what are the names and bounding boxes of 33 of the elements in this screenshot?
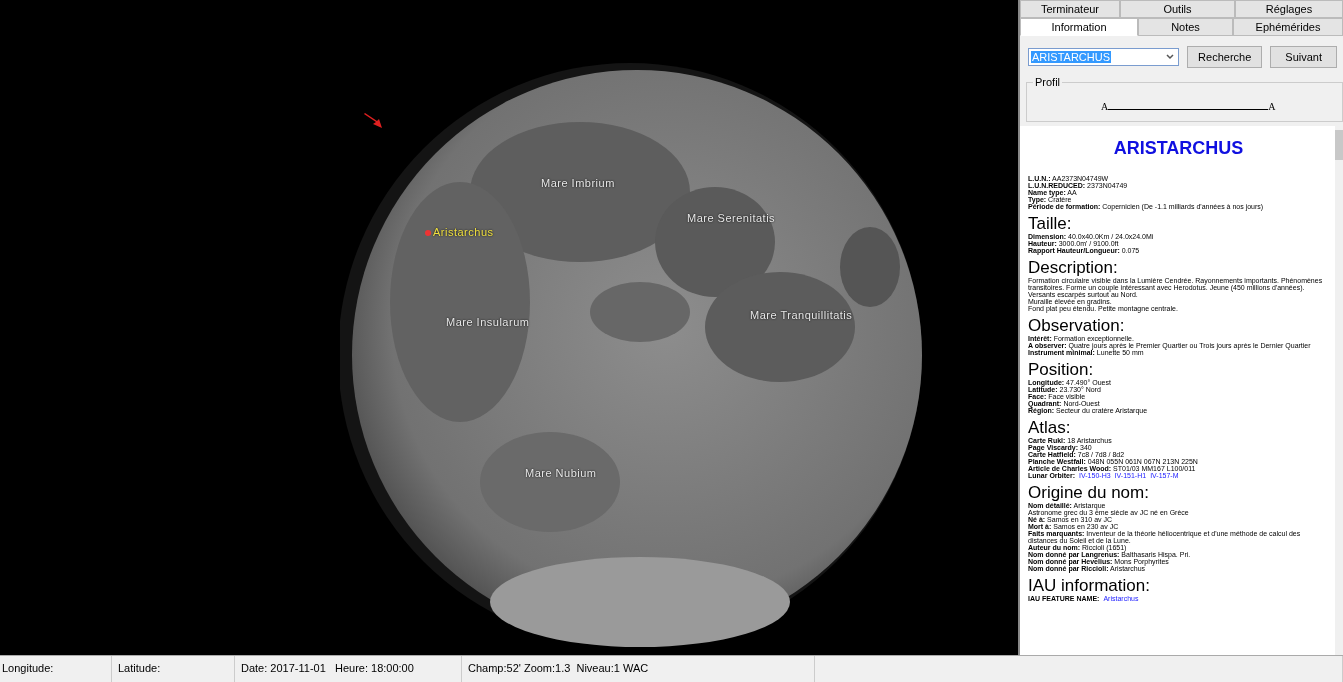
tab[interactable]: Outils xyxy=(1120,0,1235,18)
section-heading: Description: xyxy=(1028,258,1119,277)
section-heading: Taille: xyxy=(1028,214,1073,233)
section-heading: Origine du nom: xyxy=(1028,483,1150,502)
info-title: ARISTARCHUS xyxy=(1112,138,1245,159)
map-label: Mare Imbrium xyxy=(541,177,615,189)
crater-marker xyxy=(425,230,431,236)
section-heading: Atlas: xyxy=(1028,418,1072,437)
section-heading: IAU information: xyxy=(1028,576,1151,595)
section-heading: Observation: xyxy=(1028,316,1126,335)
section-heading: Position: xyxy=(1028,360,1095,379)
map-label: Mare Tranquillitatis xyxy=(750,309,853,321)
action-button[interactable]: Suivant xyxy=(1270,46,1337,68)
group-title: Profil xyxy=(1033,76,1063,88)
scrollbar[interactable] xyxy=(1335,126,1343,656)
profile-endpoint: A xyxy=(1268,101,1276,112)
status-field: Latitude: xyxy=(112,656,235,682)
tab[interactable]: Réglages xyxy=(1235,0,1343,18)
chevron-icon xyxy=(1166,54,1175,60)
tab[interactable]: Information xyxy=(1020,18,1138,36)
status-field: Date: 2017-11-01 Heure: 18:00:00 xyxy=(235,656,462,682)
map-label: Mare Serenitatis xyxy=(687,212,776,224)
arrow-icon xyxy=(363,113,383,129)
status-field: Longitude: xyxy=(0,656,112,682)
action-button[interactable]: Recherche xyxy=(1187,46,1263,68)
tab[interactable]: Ephémérides xyxy=(1233,18,1343,36)
profile-endpoint: A xyxy=(1101,101,1109,112)
map-label: Aristarchus xyxy=(433,226,494,238)
map-label: Mare Insularum xyxy=(446,316,530,328)
map-label: Mare Nubium xyxy=(525,467,597,479)
status-field: Champ:52' Zoom:1.3 Niveau:1 WAC xyxy=(462,656,815,682)
tab[interactable]: Notes xyxy=(1138,18,1233,36)
tab[interactable]: Terminateur xyxy=(1020,0,1120,18)
